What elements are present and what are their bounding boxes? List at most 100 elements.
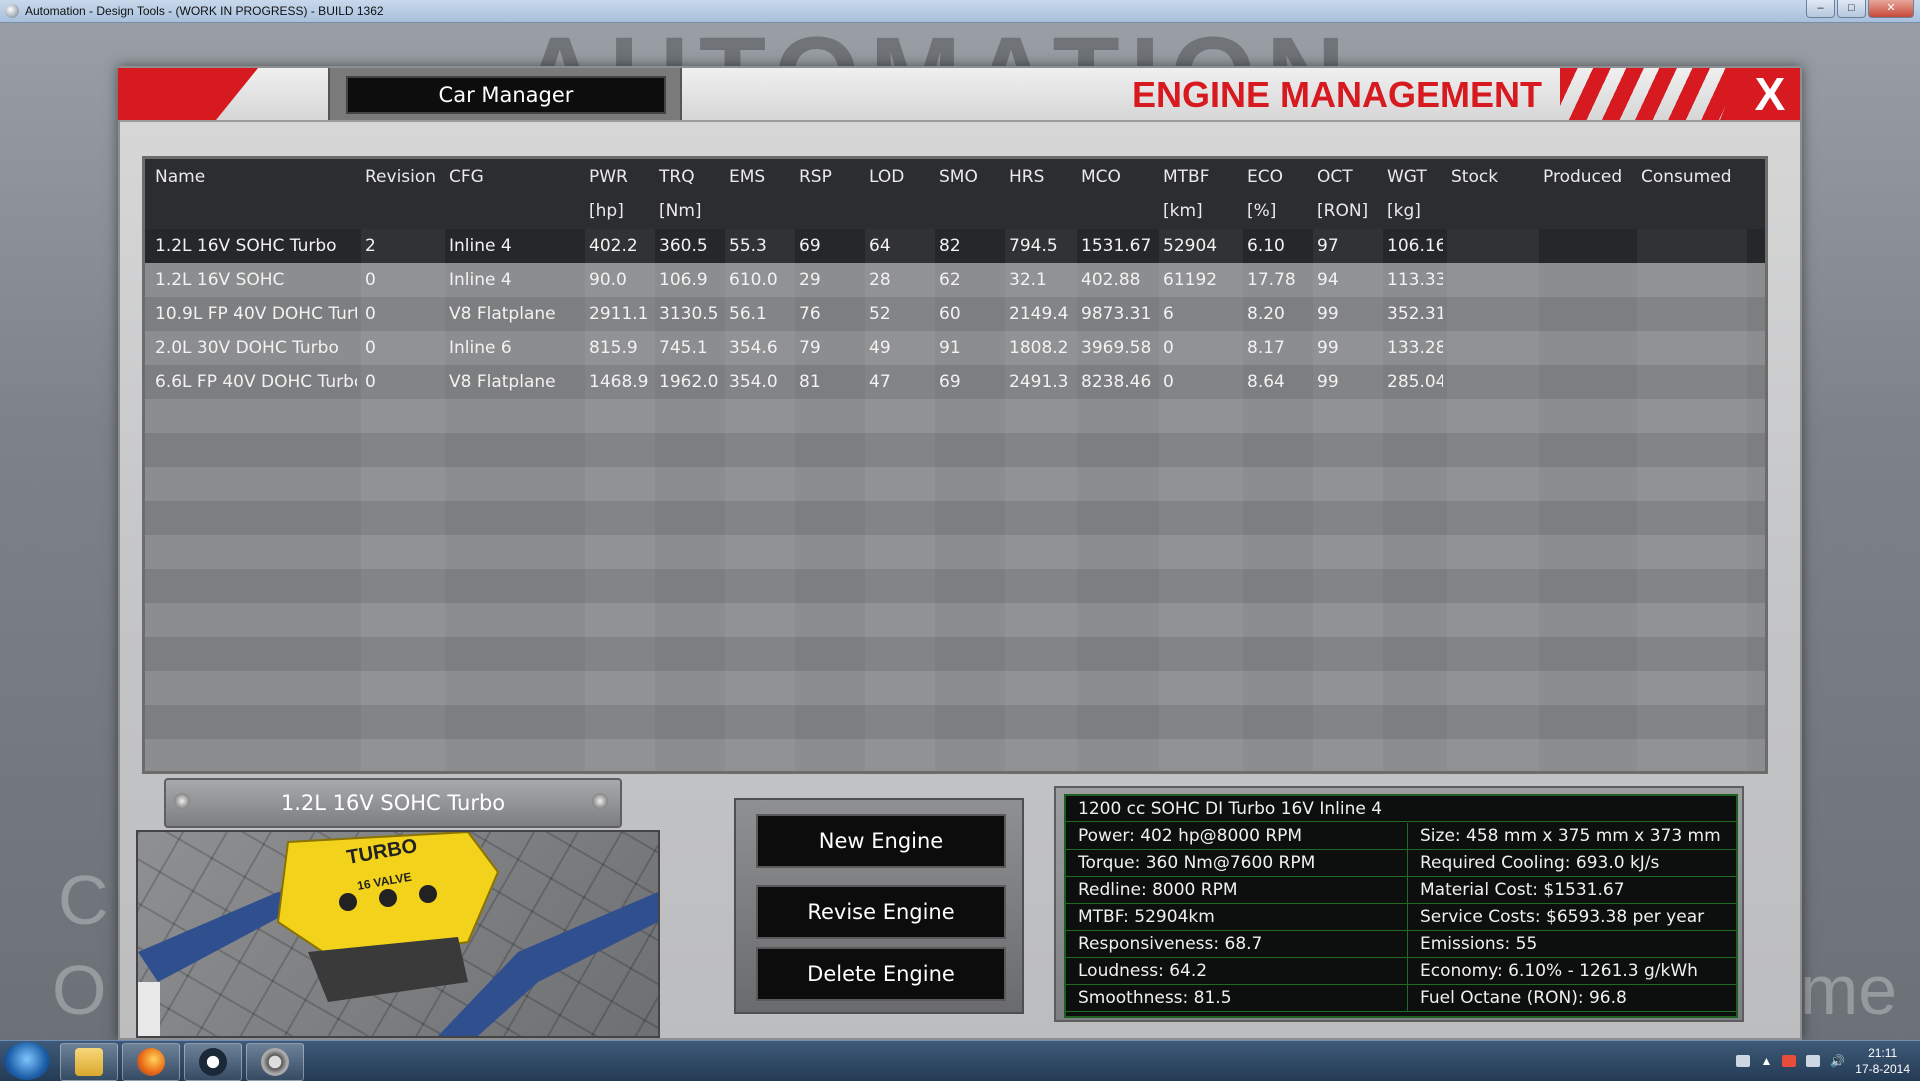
stat-torque: Torque: 360 Nm@7600 RPM [1066, 850, 1408, 877]
selected-engine-name: 1.2L 16V SOHC Turbo [280, 791, 506, 815]
table-cell-name: 1.2L 16V SOHC [155, 270, 285, 290]
firefox-button[interactable] [122, 1043, 180, 1081]
table-cell-mco: 8238.46 [1081, 372, 1152, 392]
engine-stats-frame: 1200 cc SOHC DI Turbo 16V Inline 4 Power… [1054, 786, 1744, 1022]
firefox-icon [137, 1048, 165, 1076]
table-cell-name: 1.2L 16V SOHC Turbo [155, 236, 337, 256]
steam-icon [199, 1048, 227, 1076]
table-cell-eco: 8.64 [1247, 372, 1285, 392]
car-manager-button[interactable]: Car Manager [346, 76, 666, 114]
table-cell-trq: 106.9 [659, 270, 708, 290]
stat-required-cooling: Required Cooling: 693.0 kJ/s [1408, 850, 1736, 877]
header-red-accent [118, 68, 258, 120]
radiator [138, 982, 160, 1036]
taskbar: ▲ 🔊 21:11 17-8-2014 [0, 1040, 1920, 1081]
maximize-button[interactable]: □ [1837, 0, 1866, 18]
steam-button[interactable] [184, 1043, 242, 1081]
table-cell-produced [1543, 365, 1633, 399]
table-cell-name: 10.9L FP 40V DOHC Turt [155, 304, 357, 324]
column-header-revision[interactable]: Revision [365, 167, 436, 187]
table-cell-wgt: 113.33 [1387, 270, 1443, 290]
new-engine-button[interactable]: New Engine [756, 814, 1006, 868]
column-header-wgt[interactable]: WGT [1387, 167, 1427, 187]
table-cell-rsp: 69 [799, 236, 821, 256]
stat-material-cost: Material Cost: $1531.67 [1408, 877, 1736, 904]
stat-mtbf: MTBF: 52904km [1066, 904, 1408, 931]
table-cell-name: 6.6L FP 40V DOHC Turbo [155, 372, 357, 392]
stat-loudness: Loudness: 64.2 [1066, 958, 1408, 985]
stat-power: Power: 402 hp@8000 RPM [1066, 823, 1408, 850]
column-header-rsp[interactable]: RSP [799, 167, 832, 187]
clock-time: 21:11 [1868, 1046, 1898, 1060]
stat-economy: Economy: 6.10% - 1261.3 g/kWh [1408, 958, 1736, 985]
volume-icon[interactable]: 🔊 [1830, 1054, 1845, 1068]
file-explorer-button[interactable] [60, 1043, 118, 1081]
delete-engine-button[interactable]: Delete Engine [756, 947, 1006, 1001]
engine-management-panel: Car Manager ENGINE MANAGEMENT X Name Revi… [118, 66, 1802, 1040]
column-unit: [%] [1247, 201, 1277, 221]
engine-actions-frame: New Engine Revise Engine Delete Engine [734, 798, 1024, 1014]
engine-stats-headline: 1200 cc SOHC DI Turbo 16V Inline 4 [1066, 796, 1736, 822]
table-cell-smo: 69 [939, 372, 961, 392]
close-window-button[interactable]: ✕ [1868, 0, 1914, 18]
engine-stats-panel: 1200 cc SOHC DI Turbo 16V Inline 4 Power… [1064, 794, 1738, 1018]
table-cell-produced [1543, 331, 1633, 365]
clock[interactable]: 21:11 17-8-2014 [1855, 1045, 1910, 1077]
table-cell-smo: 82 [939, 236, 961, 256]
clock-date: 17-8-2014 [1855, 1062, 1910, 1076]
column-header-smo[interactable]: SMO [939, 167, 978, 187]
table-cell-cfg: Inline 4 [449, 236, 512, 256]
panel-header: Car Manager ENGINE MANAGEMENT X [118, 68, 1800, 122]
column-shade [1159, 229, 1243, 771]
column-header-eco[interactable]: ECO [1247, 167, 1283, 187]
column-unit: [kg] [1387, 201, 1421, 221]
table-cell-wgt: 352.31 [1387, 304, 1443, 324]
screw-icon [174, 793, 190, 809]
background-text: me [1800, 951, 1898, 1029]
column-shade [1637, 229, 1747, 771]
automation-button[interactable] [246, 1043, 304, 1081]
column-header-lod[interactable]: LOD [869, 167, 904, 187]
column-header-mco[interactable]: MCO [1081, 167, 1121, 187]
action-center-flag-icon[interactable] [1782, 1055, 1797, 1067]
column-unit: [hp] [589, 201, 624, 221]
column-header-name[interactable]: Name [155, 167, 205, 187]
table-cell-eco: 8.17 [1247, 338, 1285, 358]
stat-responsiveness: Responsiveness: 68.7 [1066, 931, 1408, 958]
column-shade [361, 229, 445, 771]
column-header-mtbf[interactable]: MTBF [1163, 167, 1210, 187]
minimize-button[interactable]: – [1806, 0, 1835, 18]
table-cell-rsp: 79 [799, 338, 821, 358]
column-header-consumed[interactable]: Consumed [1641, 167, 1732, 187]
column-header-hrs[interactable]: HRS [1009, 167, 1044, 187]
close-panel-button[interactable]: X [1745, 70, 1795, 118]
show-hidden-icons-icon[interactable]: ▲ [1760, 1054, 1772, 1068]
network-icon[interactable] [1806, 1055, 1821, 1067]
start-button-icon[interactable] [4, 1042, 50, 1080]
automation-icon [261, 1048, 289, 1076]
revise-engine-button[interactable]: Revise Engine [756, 885, 1006, 939]
column-shade [1313, 229, 1383, 771]
background-letter: O [52, 951, 107, 1029]
column-header-cfg[interactable]: CFG [449, 167, 484, 187]
stat-service-costs: Service Costs: $6593.38 per year [1408, 904, 1736, 931]
table-cell-mco: 3969.58 [1081, 338, 1152, 358]
stat-fuel-octane-ron: Fuel Octane (RON): 96.8 [1408, 985, 1736, 1012]
keyboard-icon[interactable] [1736, 1055, 1751, 1067]
table-cell-wgt: 133.28 [1387, 338, 1443, 358]
column-header-trq[interactable]: TRQ [659, 167, 695, 187]
table-cell-rsp: 29 [799, 270, 821, 290]
table-cell-cfg: Inline 4 [449, 270, 512, 290]
column-header-oct[interactable]: OCT [1317, 167, 1353, 187]
column-header-produced[interactable]: Produced [1543, 167, 1622, 187]
column-header-stock[interactable]: Stock [1451, 167, 1498, 187]
column-header-ems[interactable]: EMS [729, 167, 765, 187]
column-shade [865, 229, 935, 771]
table-cell-mco: 402.88 [1081, 270, 1141, 290]
engine-preview-image: TURBO 16 VALVE [136, 830, 660, 1038]
table-cell-cfg: V8 Flatplane [449, 372, 556, 392]
column-header-pwr[interactable]: PWR [589, 167, 628, 187]
table-cell-produced [1543, 263, 1633, 297]
table-cell-eco: 17.78 [1247, 270, 1296, 290]
stat-redline: Redline: 8000 RPM [1066, 877, 1408, 904]
